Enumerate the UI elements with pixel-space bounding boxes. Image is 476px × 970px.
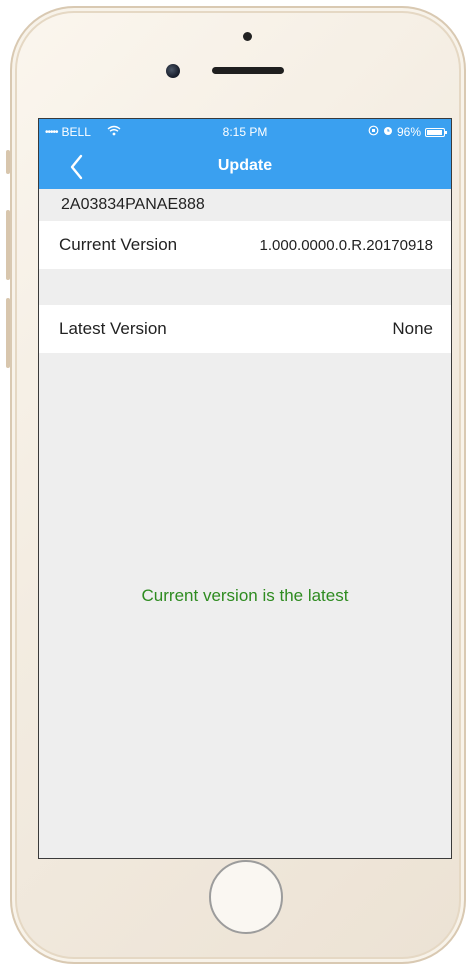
- status-message: Current version is the latest: [141, 586, 349, 605]
- volume-up-button: [6, 210, 10, 280]
- home-button[interactable]: [209, 860, 283, 934]
- proximity-sensor: [243, 32, 252, 41]
- status-right: 96%: [368, 125, 447, 139]
- battery-percent: 96%: [396, 125, 421, 139]
- earpiece-speaker: [212, 67, 284, 74]
- current-version-value: 1.000.0000.0.R.20170918: [259, 236, 434, 254]
- latest-version-value: None: [392, 319, 433, 338]
- device-serial: 2A03834PANAE888: [39, 189, 451, 221]
- rotation-lock-icon: [368, 125, 379, 139]
- latest-version-label: Latest Version: [59, 319, 167, 338]
- section-gap: [39, 269, 451, 305]
- nav-bar: Update: [39, 145, 451, 189]
- current-version-label: Current Version: [59, 235, 178, 254]
- latest-version-row: Latest Version None: [39, 305, 451, 353]
- mute-switch: [6, 150, 10, 174]
- volume-down-button: [6, 298, 10, 368]
- current-version-row: Current Version 1.000.0000.0.R.20170918: [39, 221, 451, 269]
- status-bar: ••••• BELL 8:15 PM 96%: [39, 119, 451, 145]
- battery-fill: [427, 129, 443, 135]
- screen: ••••• BELL 8:15 PM 96% Update 2A03834PAN…: [38, 118, 452, 859]
- alarm-icon: [383, 125, 393, 139]
- battery-icon: [425, 127, 447, 137]
- front-camera: [166, 64, 180, 78]
- page-title: Update: [217, 157, 273, 174]
